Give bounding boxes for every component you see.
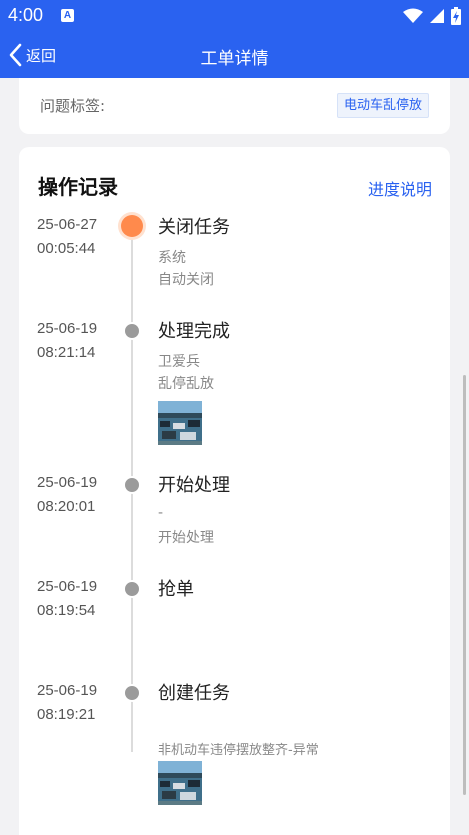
- timeline-dot: [123, 580, 141, 598]
- entry-action: 开始处理: [158, 475, 230, 496]
- page-title: 工单详情: [200, 49, 269, 68]
- entry-remark: 开始处理: [158, 530, 214, 546]
- entry-time: 00:05:44: [37, 240, 96, 257]
- notification-icon: A: [61, 9, 74, 22]
- entry-photo-thumbnail[interactable]: [158, 401, 202, 445]
- entry-action: 创建任务: [158, 683, 230, 704]
- progress-description-link[interactable]: 进度说明: [368, 176, 432, 200]
- timeline-dot-active: [121, 215, 143, 237]
- entry-datetime: 25-06-19 08:20:01: [37, 471, 97, 519]
- entry-time: 08:19:54: [37, 602, 96, 619]
- entry-date: 25-06-19: [37, 578, 98, 595]
- entry-remark: 自动关闭: [158, 272, 214, 288]
- entry-action: 抢单: [158, 579, 194, 600]
- entry-remark: 乱停乱放: [158, 376, 214, 392]
- operation-records-card: 操作记录 进度说明 25-06-27 00:05:44 关闭任务 系统 自动关闭…: [19, 147, 450, 835]
- entry-time: 08:20:01: [37, 498, 96, 515]
- entry-operator: 系统: [158, 250, 186, 266]
- status-bar: 4:00 A: [0, 0, 469, 32]
- entry-operator: -: [158, 505, 164, 521]
- issue-tag-badge: 电动车乱停放: [336, 93, 429, 118]
- entry-operator: 卫爱兵: [158, 354, 200, 370]
- records-title: 操作记录: [38, 177, 118, 199]
- entry-datetime: 25-06-19 08:19:54: [37, 575, 97, 623]
- battery-icon: [451, 7, 461, 25]
- entry-datetime: 25-06-27 00:05:44: [37, 213, 97, 261]
- entry-action: 关闭任务: [158, 217, 230, 238]
- entry-date: 25-06-27: [37, 216, 98, 233]
- timeline-dot: [123, 476, 141, 494]
- timeline-dot: [123, 684, 141, 702]
- wifi-icon: [403, 8, 423, 23]
- status-icons: [403, 6, 461, 26]
- entry-remark: 非机动车违停摆放整齐-异常: [158, 743, 319, 758]
- issue-tag-card: 问题标签: 电动车乱停放: [19, 78, 450, 134]
- issue-tag-label: 问题标签:: [40, 97, 106, 115]
- timeline-dot: [123, 322, 141, 340]
- entry-datetime: 25-06-19 08:21:14: [37, 317, 97, 365]
- scrollbar[interactable]: [463, 375, 466, 795]
- entry-time: 08:19:21: [37, 706, 96, 723]
- app-header: 返回 工单详情: [0, 32, 469, 78]
- entry-photo-thumbnail[interactable]: [158, 761, 202, 805]
- status-time: 4:00: [8, 5, 44, 25]
- entry-date: 25-06-19: [37, 682, 98, 699]
- signal-icon: [430, 9, 444, 23]
- entry-date: 25-06-19: [37, 320, 98, 337]
- entry-datetime: 25-06-19 08:19:21: [37, 679, 97, 727]
- entry-date: 25-06-19: [37, 474, 98, 491]
- entry-time: 08:21:14: [37, 344, 96, 361]
- entry-action: 处理完成: [158, 321, 230, 342]
